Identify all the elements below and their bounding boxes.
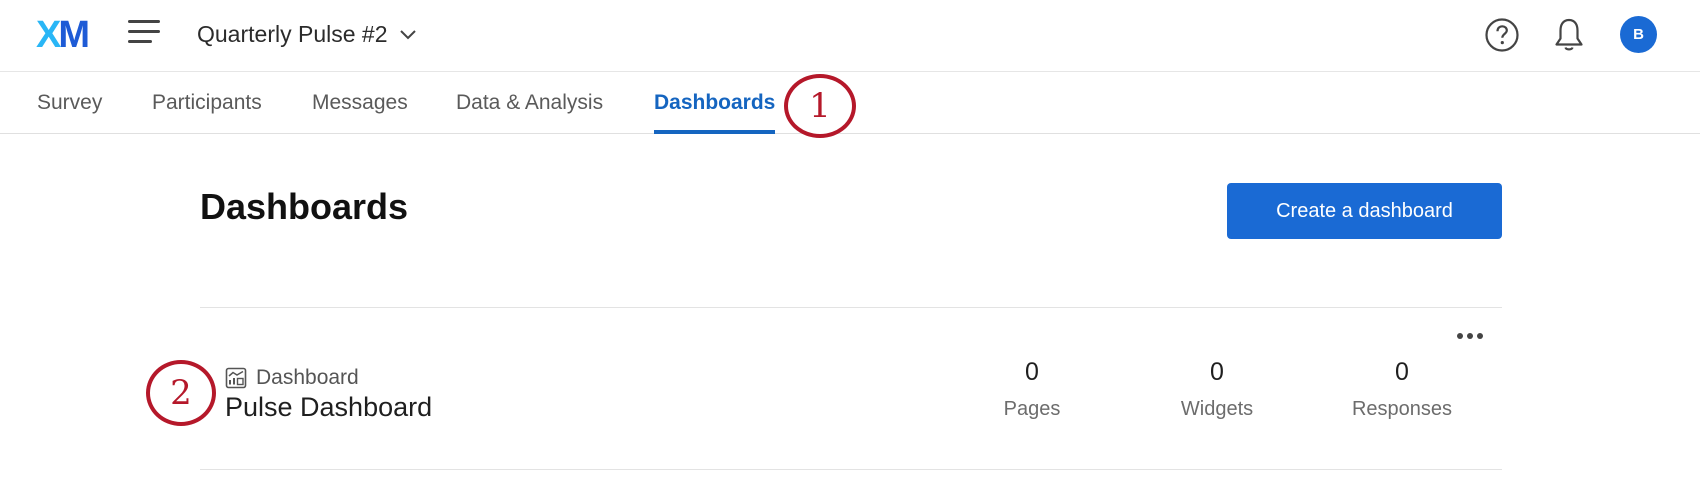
- logo-text: XM: [36, 14, 88, 54]
- stat-widgets: 0 Widgets: [1137, 358, 1297, 421]
- dashboard-type-label: Dashboard: [256, 366, 359, 389]
- stat-label: Pages: [1003, 398, 1061, 420]
- chart-icon: [225, 367, 247, 389]
- stat-value: 0: [1025, 358, 1039, 386]
- callout-marker-1: 1: [784, 74, 856, 138]
- project-title: Quarterly Pulse #2: [197, 20, 388, 47]
- dashboard-list-item[interactable]: Dashboard Pulse Dashboard 0 Pages 0 Widg…: [200, 308, 1502, 468]
- tab-participants[interactable]: Participants: [152, 72, 262, 134]
- help-icon[interactable]: [1484, 17, 1520, 53]
- top-bar: XM Quarterly Pulse #2 B: [0, 0, 1700, 72]
- chevron-down-icon: [400, 30, 417, 40]
- dashboard-name[interactable]: Pulse Dashboard: [225, 392, 432, 423]
- create-dashboard-button[interactable]: Create a dashboard: [1227, 183, 1502, 239]
- callout-marker-2: 2: [146, 360, 216, 426]
- xm-logo[interactable]: XM: [36, 14, 96, 54]
- bell-icon[interactable]: [1551, 16, 1587, 54]
- stat-value: 0: [1395, 358, 1409, 386]
- tab-messages[interactable]: Messages: [312, 72, 408, 134]
- hamburger-icon[interactable]: [128, 20, 162, 48]
- stat-label: Widgets: [1180, 398, 1254, 420]
- avatar[interactable]: B: [1620, 16, 1657, 53]
- more-icon[interactable]: [1454, 328, 1486, 344]
- stat-pages: 0 Pages: [952, 358, 1112, 421]
- project-selector[interactable]: Quarterly Pulse #2: [197, 18, 417, 50]
- stat-label: Responses: [1351, 398, 1453, 420]
- page-title: Dashboards: [200, 186, 409, 227]
- list-divider-bottom: [200, 469, 1502, 470]
- tab-data-analysis[interactable]: Data & Analysis: [456, 72, 603, 134]
- stat-value: 0: [1210, 358, 1224, 386]
- dashboard-type: Dashboard: [225, 366, 359, 390]
- stat-responses: 0 Responses: [1322, 358, 1482, 421]
- tab-survey[interactable]: Survey: [37, 72, 102, 134]
- tab-dashboards[interactable]: Dashboards: [654, 72, 776, 134]
